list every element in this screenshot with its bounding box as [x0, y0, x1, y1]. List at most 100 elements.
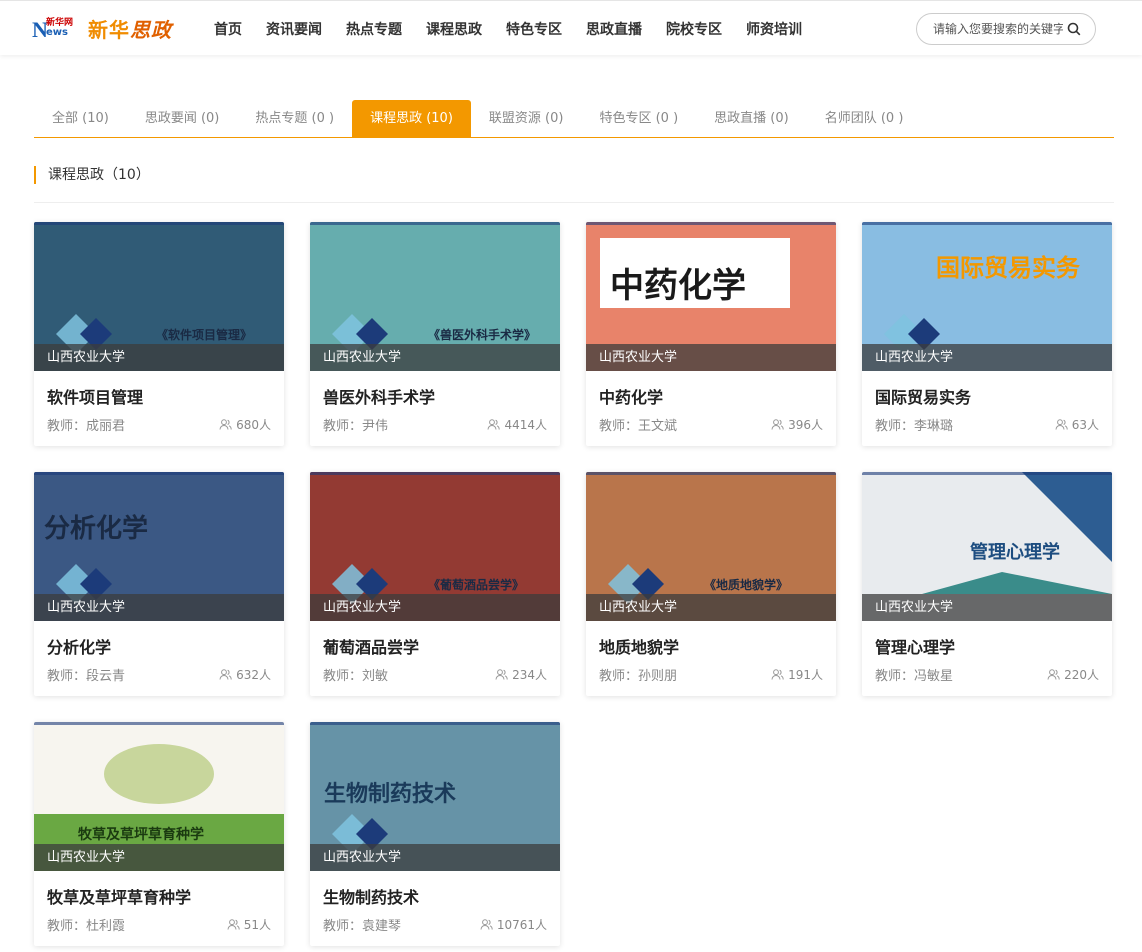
course-card[interactable]: 《软件项目管理》 山西农业大学 软件项目管理 教师：成丽君 680人	[34, 222, 284, 446]
course-card[interactable]: 中药化学 山西农业大学 中药化学 教师：王文斌 396人	[586, 222, 836, 446]
course-thumbnail[interactable]: 《葡萄酒品尝学》 山西农业大学	[310, 472, 560, 621]
search-icon[interactable]	[1067, 22, 1081, 36]
school-label: 山西农业大学	[34, 344, 284, 371]
nav-item-news[interactable]: 资讯要闻	[266, 19, 322, 39]
school-label: 山西农业大学	[34, 844, 284, 871]
course-teacher: 教师：王文斌	[599, 419, 678, 434]
course-teacher: 教师：尹伟	[323, 419, 389, 434]
enrollment-count-value: 51人	[243, 918, 271, 932]
search-input[interactable]	[933, 22, 1063, 36]
thumbnail-caption: 《软件项目管理》	[156, 328, 253, 342]
tab-all[interactable]: 全部 (10)	[34, 100, 127, 138]
brand-name: 新华思政	[88, 17, 172, 42]
course-thumbnail[interactable]: 生物制药技术山西农业大学	[310, 722, 560, 871]
course-title[interactable]: 管理心理学	[875, 634, 955, 658]
course-thumbnail[interactable]: 《兽医外科手术学》 山西农业大学	[310, 222, 560, 371]
course-card[interactable]: 牧草及草坪草育种学 山西农业大学 牧草及草坪草育种学 教师：杜利霞 51人	[34, 722, 284, 946]
nav-item-colleges[interactable]: 院校专区	[666, 19, 722, 39]
main-nav: 首页 资讯要闻 热点专题 课程思政 特色专区 思政直播 院校专区 师资培训	[202, 1, 814, 56]
section-title: 课程思政（10）	[34, 166, 150, 184]
course-title[interactable]: 生物制药技术	[323, 884, 419, 908]
nav-item-course[interactable]: 课程思政	[426, 19, 482, 39]
nav-item-training[interactable]: 师资培训	[746, 19, 802, 39]
thumbnail-caption: 中药化学	[610, 266, 746, 306]
course-title[interactable]: 地质地貌学	[599, 634, 679, 658]
enrollment-count: 396人	[771, 416, 823, 433]
course-teacher: 教师：李琳璐	[875, 419, 954, 434]
thumbnail-caption: 《葡萄酒品尝学》	[428, 578, 525, 592]
enrollment-count-value: 10761人	[496, 918, 547, 932]
course-card[interactable]: 管理心理学 山西农业大学管理心理学教师：冯敏星 220人	[862, 472, 1112, 696]
course-teacher: 教师：孙则朋	[599, 669, 678, 684]
nav-item-live[interactable]: 思政直播	[586, 19, 642, 39]
enrollment-count-value: 191人	[788, 668, 823, 682]
course-thumbnail[interactable]: 《地质地貌学》山西农业大学	[586, 472, 836, 621]
course-thumbnail[interactable]: 国际贸易实务 山西农业大学	[862, 222, 1112, 371]
course-title[interactable]: 国际贸易实务	[875, 384, 971, 408]
enrollment-count: 191人	[771, 666, 823, 683]
course-card[interactable]: 国际贸易实务 山西农业大学 国际贸易实务 教师：李琳璐 63人	[862, 222, 1112, 446]
users-icon	[771, 669, 784, 680]
tab-alliance[interactable]: 联盟资源 (0)	[471, 100, 582, 138]
thumbnail-caption: 生物制药技术	[324, 782, 457, 807]
enrollment-count-value: 63人	[1071, 418, 1099, 432]
divider	[34, 202, 1114, 203]
enrollment-count-value: 220人	[1064, 668, 1099, 682]
users-icon	[227, 919, 240, 930]
tab-hot-topics[interactable]: 热点专题 (0 )	[237, 100, 352, 138]
school-label: 山西农业大学	[34, 594, 284, 621]
enrollment-count: 63人	[1055, 416, 1099, 433]
course-card[interactable]: 生物制药技术 山西农业大学 生物制药技术 教师：袁建琴 10761人	[310, 722, 560, 946]
thumbnail-caption: 分析化学	[44, 514, 149, 544]
enrollment-count-value: 632人	[236, 668, 271, 682]
users-icon	[771, 419, 784, 430]
enrollment-count: 234人	[495, 666, 547, 683]
users-icon	[1047, 669, 1060, 680]
tab-course[interactable]: 课程思政 (10)	[352, 100, 471, 138]
course-card[interactable]: 《葡萄酒品尝学》 山西农业大学 葡萄酒品尝学 教师：刘敏 234人	[310, 472, 560, 696]
nav-item-hot-topics[interactable]: 热点专题	[346, 19, 402, 39]
tab-news[interactable]: 思政要闻 (0)	[127, 100, 238, 138]
course-card[interactable]: 《兽医外科手术学》 山西农业大学兽医外科手术学教师：尹伟 4414人	[310, 222, 560, 446]
site-logo[interactable]: N 新华网 ews 新华思政	[32, 11, 172, 45]
course-title[interactable]: 软件项目管理	[47, 384, 143, 408]
users-icon	[1055, 419, 1068, 430]
course-thumbnail[interactable]: 《软件项目管理》山西农业大学	[34, 222, 284, 371]
enrollment-count: 220人	[1047, 666, 1099, 683]
course-teacher: 教师：杜利霞	[47, 919, 126, 934]
nav-item-home[interactable]: 首页	[214, 19, 242, 39]
enrollment-count: 4414人	[487, 416, 547, 433]
school-label: 山西农业大学	[310, 844, 560, 871]
school-label: 山西农业大学	[586, 344, 836, 371]
course-title[interactable]: 兽医外科手术学	[323, 384, 435, 408]
school-label: 山西农业大学	[586, 594, 836, 621]
thumbnail-caption: 《地质地貌学》	[704, 578, 789, 592]
course-teacher: 教师：冯敏星	[875, 669, 954, 684]
enrollment-count: 680人	[219, 416, 271, 433]
tab-featured[interactable]: 特色专区 (0 )	[581, 100, 696, 138]
course-title[interactable]: 牧草及草坪草育种学	[47, 884, 191, 908]
course-title[interactable]: 中药化学	[599, 384, 663, 408]
category-tabs: 全部 (10) 思政要闻 (0) 热点专题 (0 ) 课程思政 (10) 联盟资…	[34, 100, 1114, 138]
users-icon	[487, 419, 501, 430]
course-title[interactable]: 分析化学	[47, 634, 111, 658]
course-thumbnail[interactable]: 分析化学山西农业大学	[34, 472, 284, 621]
course-card[interactable]: 《地质地貌学》山西农业大学地质地貌学教师：孙则朋 191人	[586, 472, 836, 696]
enrollment-count: 632人	[219, 666, 271, 683]
course-thumbnail[interactable]: 牧草及草坪草育种学 山西农业大学	[34, 722, 284, 871]
nav-item-featured[interactable]: 特色专区	[506, 19, 562, 39]
enrollment-count-value: 4414人	[504, 418, 547, 432]
thumbnail-caption: 牧草及草坪草育种学	[78, 827, 204, 843]
course-thumbnail[interactable]: 中药化学山西农业大学	[586, 222, 836, 371]
course-title[interactable]: 葡萄酒品尝学	[323, 634, 419, 658]
course-card[interactable]: 分析化学 山西农业大学 分析化学 教师：段云青 632人	[34, 472, 284, 696]
tab-live[interactable]: 思政直播 (0)	[696, 100, 807, 138]
thumbnail-caption: 《兽医外科手术学》	[428, 328, 537, 342]
thumbnail-caption: 国际贸易实务	[936, 254, 1080, 282]
tab-teachers[interactable]: 名师团队 (0 )	[807, 100, 922, 138]
course-thumbnail[interactable]: 管理心理学 山西农业大学	[862, 472, 1112, 621]
enrollment-count-value: 680人	[236, 418, 271, 432]
enrollment-count: 51人	[227, 916, 271, 933]
enrollment-count: 10761人	[480, 916, 547, 933]
users-icon	[219, 669, 232, 680]
